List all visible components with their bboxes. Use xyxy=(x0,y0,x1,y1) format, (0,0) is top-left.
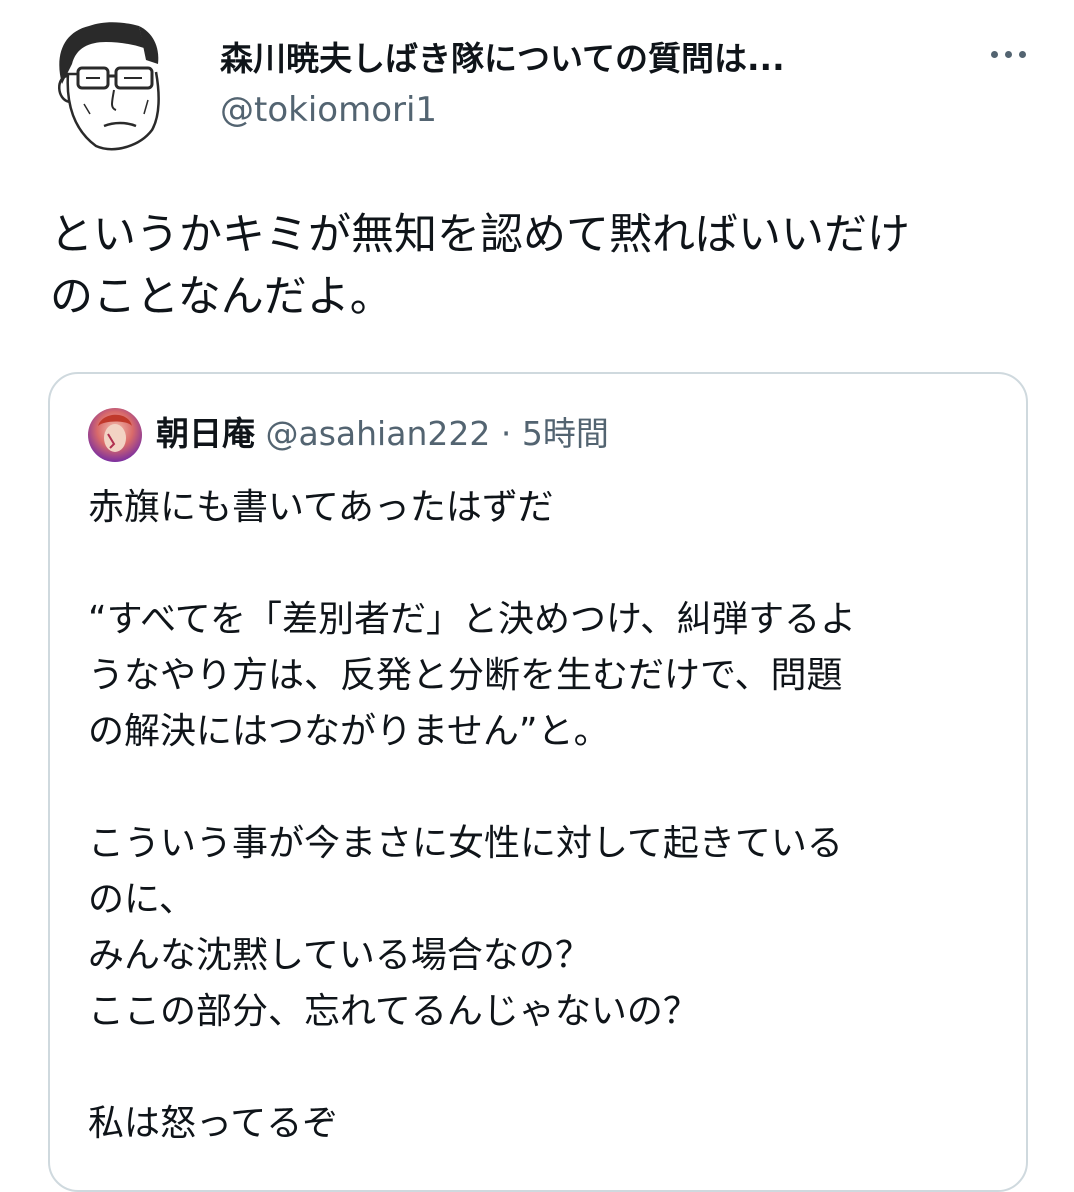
author-avatar[interactable] xyxy=(44,14,172,154)
quoted-text-line: こういう事が今まさに女性に対して起きている xyxy=(88,823,843,864)
tweet-header: 森川暁夫しばき隊についての質問は... @tokiomori1 xyxy=(0,0,1074,170)
quoted-text-line xyxy=(88,1040,1008,1096)
quoted-text-line: の解決にはつながりません”と。 xyxy=(88,711,610,752)
quoted-text-line xyxy=(88,760,1008,816)
quoted-tweet-card[interactable]: 朝日庵 @asahian222 · 5時間 赤旗にも書いてあったはずだ “すべて… xyxy=(48,372,1028,1192)
quoted-author-handle[interactable]: @asahian222 xyxy=(266,414,491,453)
quoted-author-name[interactable]: 朝日庵 xyxy=(156,414,255,453)
quoted-text-line: みんな沈黙している場合なの？ xyxy=(88,935,591,976)
more-horizontal-icon xyxy=(990,50,998,58)
quoted-text-line: うなやり方は、反発と分断を生むだけで、問題 xyxy=(88,655,843,696)
author-name[interactable]: 森川暁夫しばき隊についての質問は... xyxy=(220,32,785,80)
avatar-illustration xyxy=(58,22,160,151)
quoted-text-line: “すべてを「差別者だ」と決めつけ、糾弾するよ xyxy=(88,599,857,640)
quoted-text-line: のに、 xyxy=(88,879,195,920)
quoted-tweet-text: 赤旗にも書いてあったはずだ “すべてを「差別者だ」と決めつけ、糾弾するよ うなや… xyxy=(88,480,1008,1152)
quoted-text-line: ここの部分、忘れてるんじゃないの？ xyxy=(88,991,699,1032)
tweet-text-line: のことなんだよ。 xyxy=(50,272,393,322)
quoted-avatar-image xyxy=(88,408,142,462)
quoted-text-line: 私は怒ってるぞ xyxy=(88,1103,339,1144)
author-handle[interactable]: @tokiomori1 xyxy=(220,90,437,130)
quoted-tweet-header: 朝日庵 @asahian222 · 5時間 xyxy=(156,410,609,458)
tweet-text: というかキミが無知を認めて黙ればいいだけ のことなんだよ。 xyxy=(50,204,1030,328)
tweet-text-line: というかキミが無知を認めて黙ればいいだけ xyxy=(50,210,910,260)
more-horizontal-icon xyxy=(1018,50,1026,58)
more-options-button[interactable] xyxy=(982,34,1034,74)
more-horizontal-icon xyxy=(1004,50,1012,58)
quoted-author-avatar[interactable] xyxy=(88,408,142,462)
quoted-text-line: 赤旗にも書いてあったはずだ xyxy=(88,487,554,528)
quoted-timestamp[interactable]: 5時間 xyxy=(522,414,609,453)
meta-separator: · xyxy=(500,414,512,453)
quoted-text-line xyxy=(88,536,1008,592)
